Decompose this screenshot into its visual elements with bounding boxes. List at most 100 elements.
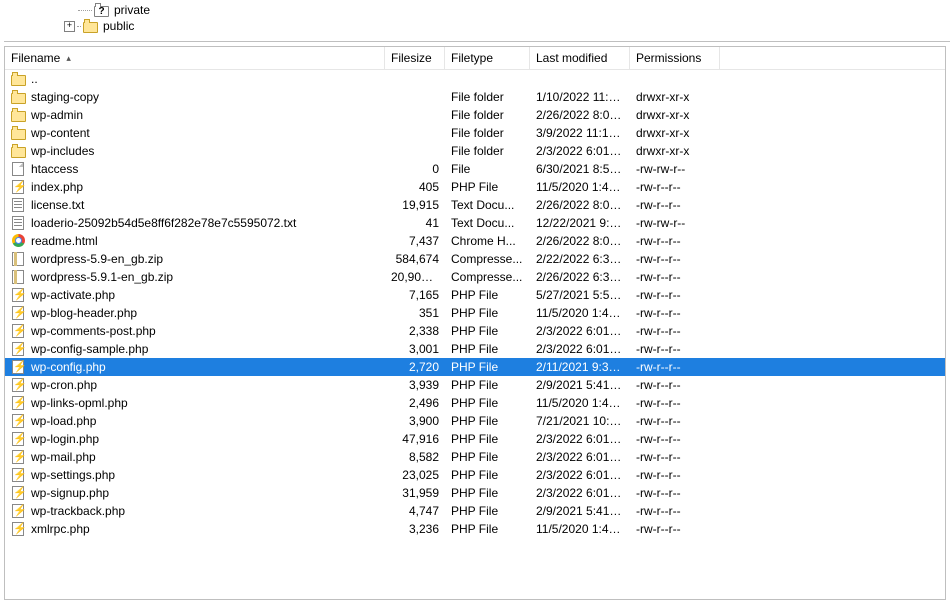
- file-row[interactable]: readme.html7,437Chrome H...2/26/2022 8:0…: [5, 232, 945, 250]
- file-row[interactable]: ⚡wp-login.php47,916PHP File2/3/2022 6:01…: [5, 430, 945, 448]
- file-modified: 12/22/2021 9:1...: [530, 214, 630, 232]
- file-type: File folder: [445, 88, 530, 106]
- column-header-filesize[interactable]: Filesize: [385, 47, 445, 69]
- file-name: wp-blog-header.php: [31, 304, 137, 322]
- file-row[interactable]: htaccess0File6/30/2021 8:57:...-rw-rw-r-…: [5, 160, 945, 178]
- file-row-parent[interactable]: ..: [5, 70, 945, 88]
- folder-icon: [11, 126, 27, 140]
- file-permissions: -rw-r--r--: [630, 502, 720, 520]
- column-header-permissions[interactable]: Permissions: [630, 47, 720, 69]
- tree-item-private[interactable]: ? private: [64, 2, 950, 18]
- file-type: PHP File: [445, 502, 530, 520]
- file-row[interactable]: ⚡wp-comments-post.php2,338PHP File2/3/20…: [5, 322, 945, 340]
- folder-question-icon: ?: [94, 3, 110, 17]
- file-name: wp-settings.php: [31, 466, 115, 484]
- file-row[interactable]: ⚡xmlrpc.php3,236PHP File11/5/2020 1:42:.…: [5, 520, 945, 538]
- file-permissions: -rw-r--r--: [630, 286, 720, 304]
- file-modified: 2/26/2022 8:04:...: [530, 106, 630, 124]
- file-name: license.txt: [31, 196, 84, 214]
- tree-item-public[interactable]: + public: [64, 18, 950, 34]
- file-row[interactable]: license.txt19,915Text Docu...2/26/2022 8…: [5, 196, 945, 214]
- file-type: PHP File: [445, 394, 530, 412]
- file-row[interactable]: ⚡wp-trackback.php4,747PHP File2/9/2021 5…: [5, 502, 945, 520]
- file-size: 3,900: [385, 412, 445, 430]
- file-permissions: -rw-r--r--: [630, 322, 720, 340]
- file-row[interactable]: ⚡wp-signup.php31,959PHP File2/3/2022 6:0…: [5, 484, 945, 502]
- file-type: PHP File: [445, 304, 530, 322]
- file-type: PHP File: [445, 358, 530, 376]
- file-row[interactable]: ⚡wp-blog-header.php351PHP File11/5/2020 …: [5, 304, 945, 322]
- file-row[interactable]: ⚡wp-activate.php7,165PHP File5/27/2021 5…: [5, 286, 945, 304]
- folder-icon: [11, 144, 27, 158]
- file-name: wp-config-sample.php: [31, 340, 148, 358]
- file-permissions: -rw-r--r--: [630, 430, 720, 448]
- file-list-body: .. staging-copyFile folder1/10/2022 11:4…: [5, 70, 945, 538]
- file-modified: 11/5/2020 1:42:...: [530, 394, 630, 412]
- file-row[interactable]: ⚡wp-mail.php8,582PHP File2/3/2022 6:01:4…: [5, 448, 945, 466]
- php-file-icon: ⚡: [11, 288, 27, 302]
- php-file-icon: ⚡: [11, 378, 27, 392]
- file-type: PHP File: [445, 466, 530, 484]
- file-name: xmlrpc.php: [31, 520, 90, 538]
- file-modified: 11/5/2020 1:42:...: [530, 178, 630, 196]
- php-file-icon: ⚡: [11, 522, 27, 536]
- file-type: PHP File: [445, 340, 530, 358]
- file-name: wp-load.php: [31, 412, 96, 430]
- file-type: PHP File: [445, 322, 530, 340]
- file-permissions: -rw-rw-r--: [630, 160, 720, 178]
- file-modified: 2/9/2021 5:41:2...: [530, 376, 630, 394]
- file-row[interactable]: ⚡wp-config-sample.php3,001PHP File2/3/20…: [5, 340, 945, 358]
- file-size: 2,720: [385, 358, 445, 376]
- php-file-icon: ⚡: [11, 414, 27, 428]
- file-name: wp-admin: [31, 106, 83, 124]
- file-size: 7,165: [385, 286, 445, 304]
- file-row[interactable]: ⚡ wp-settings.php 23,025PHP File2/3/2022 6…: [5, 466, 945, 484]
- file-modified: 2/3/2022 6:01:4...: [530, 466, 630, 484]
- file-permissions: -rw-r--r--: [630, 376, 720, 394]
- zip-file-icon: [11, 270, 27, 284]
- file-permissions: -rw-r--r--: [630, 178, 720, 196]
- file-row[interactable]: ⚡index.php405PHP File11/5/2020 1:42:...-…: [5, 178, 945, 196]
- file-row[interactable]: ⚡wp-load.php3,900PHP File7/21/2021 10:0.…: [5, 412, 945, 430]
- file-permissions: drwxr-xr-x: [630, 88, 720, 106]
- file-size: 0: [385, 160, 445, 178]
- file-row[interactable]: wp-includesFile folder2/3/2022 6:01:4...…: [5, 142, 945, 160]
- file-size: 4,747: [385, 502, 445, 520]
- file-size: 584,674: [385, 250, 445, 268]
- file-modified: 2/9/2021 5:41:2...: [530, 502, 630, 520]
- file-modified: 7/21/2021 10:0...: [530, 412, 630, 430]
- file-name: wp-comments-post.php: [31, 322, 156, 340]
- file-type: File folder: [445, 142, 530, 160]
- file-row[interactable]: wordpress-5.9.1-en_gb.zip20,904,423Compr…: [5, 268, 945, 286]
- file-row[interactable]: wp-adminFile folder2/26/2022 8:04:...drw…: [5, 106, 945, 124]
- file-row[interactable]: staging-copyFile folder1/10/2022 11:4...…: [5, 88, 945, 106]
- php-file-icon: ⚡: [11, 504, 27, 518]
- file-type: File folder: [445, 124, 530, 142]
- tree-guide: [77, 26, 81, 27]
- file-modified: 5/27/2021 5:53:...: [530, 286, 630, 304]
- php-file-icon: ⚡: [11, 468, 27, 482]
- file-type: Chrome H...: [445, 232, 530, 250]
- file-type: Compresse...: [445, 250, 530, 268]
- column-header-filetype[interactable]: Filetype: [445, 47, 530, 69]
- file-name: wp-signup.php: [31, 484, 109, 502]
- file-permissions: -rw-r--r--: [630, 520, 720, 538]
- column-header-lastmodified[interactable]: Last modified: [530, 47, 630, 69]
- file-row[interactable]: wordpress-5.9-en_gb.zip584,674Compresse.…: [5, 250, 945, 268]
- file-name: ..: [31, 70, 38, 88]
- file-row[interactable]: ⚡wp-config.php2,720PHP File2/11/2021 9:3…: [5, 358, 945, 376]
- file-type: Text Docu...: [445, 214, 530, 232]
- folder-icon: [11, 108, 27, 122]
- file-permissions: -rw-r--r--: [630, 250, 720, 268]
- file-size: 23,025: [385, 466, 445, 484]
- file-permissions: -rw-r--r--: [630, 268, 720, 286]
- file-type: PHP File: [445, 448, 530, 466]
- expand-toggle[interactable]: +: [64, 21, 75, 32]
- file-row[interactable]: ⚡wp-links-opml.php2,496PHP File11/5/2020…: [5, 394, 945, 412]
- file-row[interactable]: wp-contentFile folder3/9/2022 11:19:...d…: [5, 124, 945, 142]
- php-file-icon: ⚡: [11, 396, 27, 410]
- column-header-filename[interactable]: Filename: [5, 47, 385, 69]
- file-row[interactable]: loaderio-25092b54d5e8ff6f282e78e7c559507…: [5, 214, 945, 232]
- file-row[interactable]: ⚡wp-cron.php3,939PHP File2/9/2021 5:41:2…: [5, 376, 945, 394]
- file-type: PHP File: [445, 430, 530, 448]
